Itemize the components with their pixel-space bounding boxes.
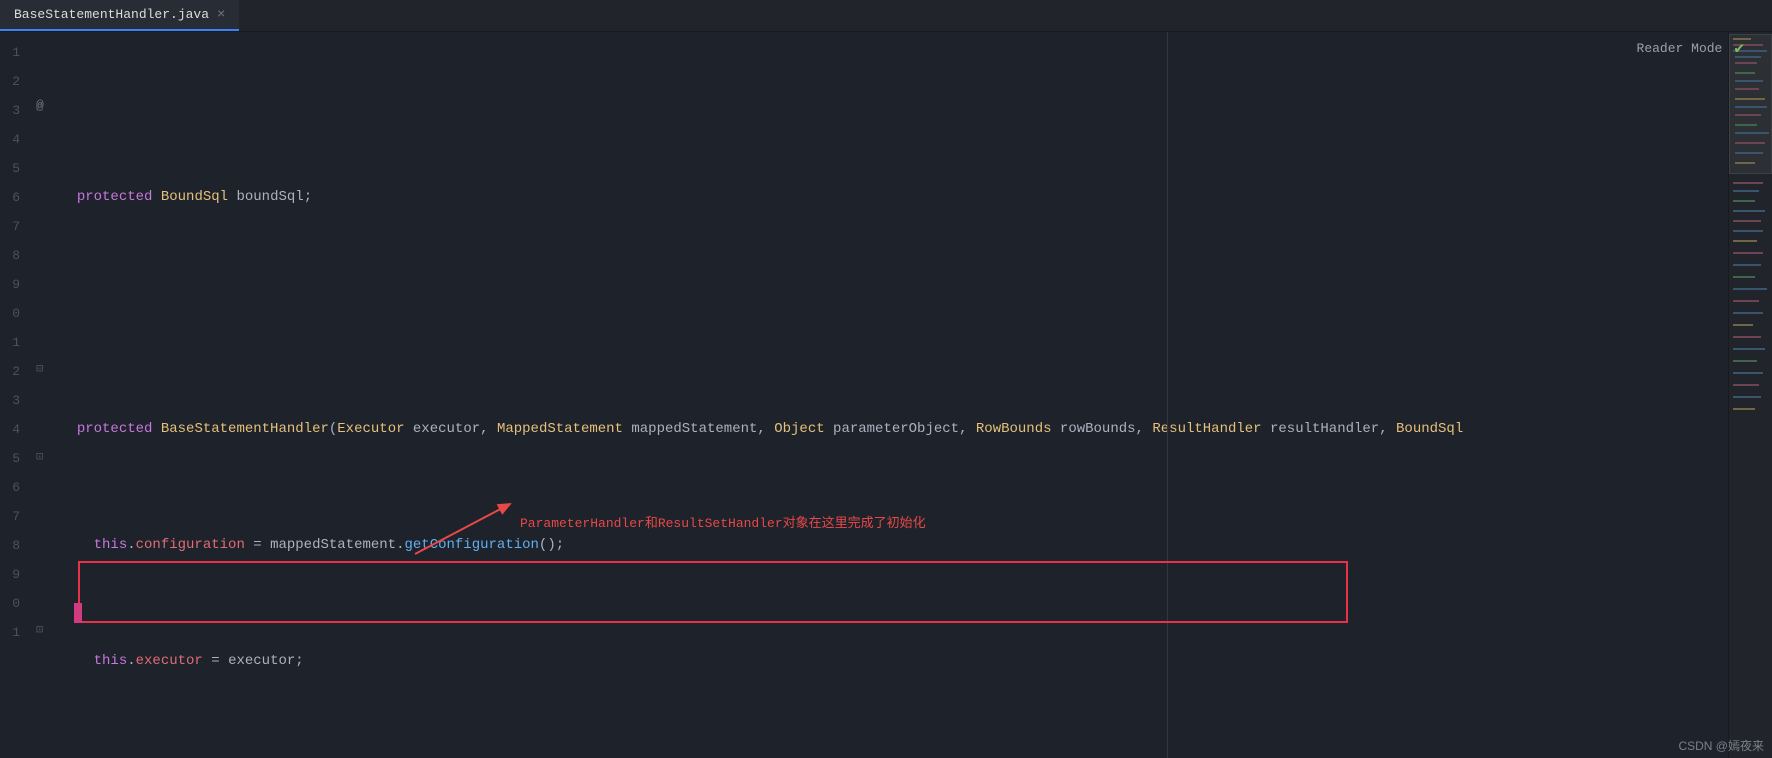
reader-mode-toggle[interactable]: Reader Mode [1637,41,1723,56]
code-line: protected BoundSql boundSql; [60,183,1728,212]
fold-icon[interactable]: ⊟ [36,361,43,376]
line-number-gutter: 1234567890 1234567890 1 [0,32,30,758]
annotation-marker [74,603,82,623]
tab-current-file[interactable]: BaseStatementHandler.java × [0,0,239,31]
fold-end-icon[interactable]: ⊡ [36,622,43,637]
code-line [60,299,1728,328]
tab-filename: BaseStatementHandler.java [14,7,209,22]
code-editor[interactable]: 1234567890 1234567890 1 @ ⊟ ⊟ ⊡ ⊡ protec… [0,32,1772,758]
fold-icon[interactable]: ⊟ [36,100,43,115]
minimap[interactable] [1728,32,1772,758]
code-line: this.configuration = mappedStatement.get… [60,531,1728,560]
gutter-icon-strip: @ ⊟ ⊟ ⊡ ⊡ [30,32,60,758]
editor-status-bar: Reader Mode ✔ [1637,36,1744,60]
code-line: this.executor = executor; [60,647,1728,676]
code-area[interactable]: protected BoundSql boundSql; protected B… [60,32,1728,758]
tab-bar: BaseStatementHandler.java × [0,0,1772,32]
fold-end-icon[interactable]: ⊡ [36,449,43,464]
inspection-ok-icon[interactable]: ✔ [1734,38,1744,58]
tab-bar-spacer [239,0,1772,31]
close-icon[interactable]: × [217,7,225,23]
annotation-highlight-box [78,561,1348,623]
code-line: protected BaseStatementHandler(Executor … [60,415,1728,444]
watermark: CSDN @嫣夜来 [1678,737,1764,754]
